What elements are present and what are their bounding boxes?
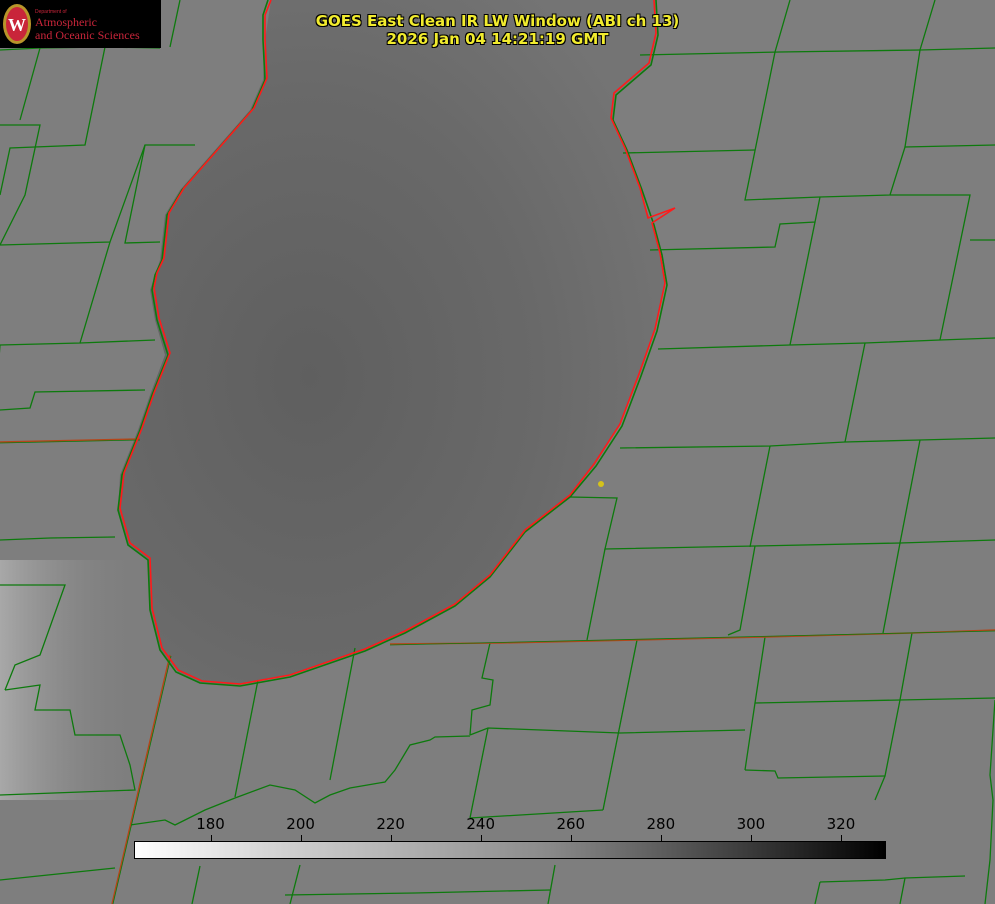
colorbar [134, 841, 886, 859]
colorbar-tick-label: 320 [826, 815, 856, 833]
image-title: GOES East Clean IR LW Window (ABI ch 13)… [0, 12, 995, 48]
colorbar-tick-label: 180 [196, 815, 225, 833]
colorbar-tick-label: 300 [736, 815, 766, 833]
colorbar-tick-label: 220 [376, 815, 405, 833]
colorbar-tick-label: 200 [286, 815, 315, 833]
title-timestamp: 2026 Jan 04 14:21:19 GMT [386, 30, 609, 48]
colorbar-tick-label: 280 [646, 815, 676, 833]
colorbar-tick-label: 240 [466, 815, 496, 833]
colorbar-tick-label: 260 [556, 815, 586, 833]
west-warm-area [0, 560, 140, 800]
title-line1: GOES East Clean IR LW Window (ABI ch 13) [315, 12, 680, 30]
satellite-map [0, 0, 995, 904]
city-marker [598, 481, 604, 487]
